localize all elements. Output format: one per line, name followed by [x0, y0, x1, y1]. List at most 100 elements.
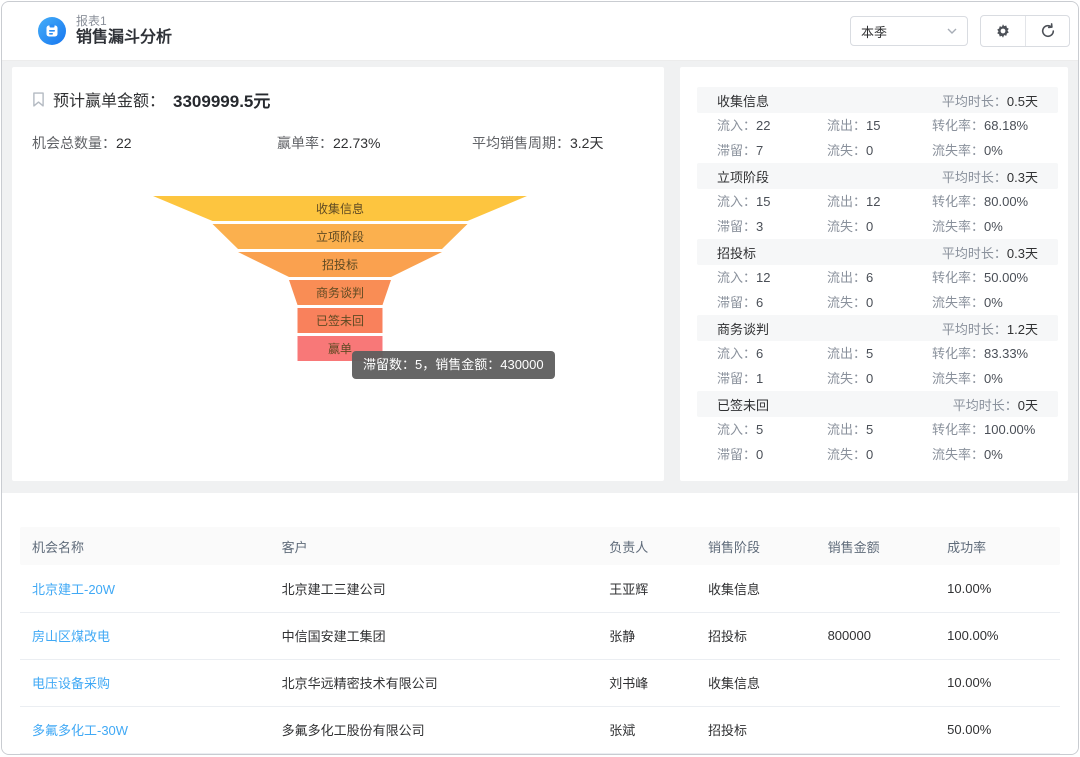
- table-row: 房山区煤改电中信国安建工集团张静招投标800000100.00%: [20, 612, 1060, 659]
- cell-owner: 刘书峰: [597, 659, 696, 706]
- table-row: 北京建工-20W北京建工三建公司王亚辉收集信息10.00%: [20, 565, 1060, 612]
- funnel-stage-label: 立项阶段: [316, 229, 364, 244]
- stat-win-rate: 赢单率：22.73%: [277, 133, 472, 153]
- chevron-down-icon: [947, 28, 957, 34]
- stage-section-5: 已签未回平均时长：0天流入：5流出：5转化率：100.00%滞留：0流失：0流失…: [697, 391, 1058, 467]
- col-amount: 销售金额: [816, 527, 936, 565]
- metric: 滞留：7: [717, 138, 827, 163]
- stat-value: 22.73%: [333, 135, 380, 151]
- opportunity-link[interactable]: 电压设备采购: [20, 659, 270, 706]
- stage-metrics: 流入：15流出：12转化率：80.00% 滞留：3流失：0流失率：0%: [697, 189, 1058, 239]
- metric: 流出：5: [827, 341, 932, 366]
- metric: 转化率：68.18%: [932, 113, 1038, 138]
- metric: 流失率：0%: [932, 138, 1038, 163]
- table-row: 多氟多化工-30W多氟多化工股份有限公司张斌招投标 50.00%: [20, 706, 1060, 753]
- period-select[interactable]: 本季: [850, 16, 968, 46]
- cell-amount: [816, 659, 936, 706]
- cell-customer: 多氟多化工股份有限公司: [270, 706, 598, 753]
- cell-stage: 收集信息: [696, 659, 816, 706]
- metric: 流失：0: [827, 442, 932, 467]
- settings-button[interactable]: [981, 16, 1025, 46]
- table-header-row: 机会名称 客户 负责人 销售阶段 销售金额 成功率: [20, 527, 1060, 565]
- stage-name: 收集信息: [717, 91, 769, 110]
- cell-owner: 张斌: [597, 706, 696, 753]
- stage-section-header: 立项阶段 平均时长：0.3天: [697, 163, 1058, 189]
- stage-avg-duration: 平均时长：0.3天: [942, 167, 1038, 186]
- stage-section-2: 立项阶段 平均时长：0.3天流入：15流出：12转化率：80.00% 滞留：3流失：…: [697, 163, 1058, 239]
- expected-amount-value: 3309999.5元: [173, 87, 270, 112]
- metric: 流出：12: [827, 189, 932, 214]
- stage-avg-duration: 平均时长：0.3天: [942, 243, 1038, 262]
- expected-amount-label: 预计赢单金额：: [53, 87, 165, 111]
- stage-name: 商务谈判: [717, 319, 769, 338]
- funnel-stage-label: 收集信息: [316, 201, 364, 216]
- report-logo-icon: [38, 17, 66, 45]
- funnel-stage-label: 商务谈判: [316, 285, 364, 300]
- opportunity-link[interactable]: 房山区煤改电: [20, 612, 270, 659]
- funnel-tooltip: 滞留数：5，销售金额：430000: [352, 351, 555, 379]
- stage-section-header: 招投标 平均时长：0.3天: [697, 239, 1058, 265]
- metric: 流失：0: [827, 366, 932, 391]
- gear-icon: [995, 23, 1011, 39]
- opportunity-link[interactable]: 多氟多化工-30W: [20, 706, 270, 753]
- stage-section-header: 已签未回平均时长：0天: [697, 391, 1058, 417]
- stage-name: 招投标: [717, 243, 756, 262]
- report-label: 报表1: [76, 15, 172, 29]
- funnel-panel: 预计赢单金额： 3309999.5元 机会总数量：22 赢单率：22.73% 平…: [12, 67, 664, 481]
- metric: 流出：5: [827, 417, 932, 442]
- cell-amount: 800000: [816, 612, 936, 659]
- stage-metrics: 流入：22流出：15转化率：68.18%滞留：7流失：0流失率：0%: [697, 113, 1058, 163]
- col-customer: 客户: [270, 527, 598, 565]
- toolbar-button-group: [980, 15, 1070, 47]
- metric: 流失率：0%: [932, 214, 1038, 239]
- refresh-button[interactable]: [1025, 16, 1069, 46]
- metric: 流失：0: [827, 214, 932, 239]
- metric: 流出：15: [827, 113, 932, 138]
- col-stage: 销售阶段: [696, 527, 816, 565]
- metric: 流失率：0%: [932, 366, 1038, 391]
- stage-section-header: 收集信息 平均时长：0.5天: [697, 87, 1058, 113]
- header-bar: 报表1 销售漏斗分析 本季: [2, 2, 1078, 61]
- stat-label: 机会总数量：: [32, 135, 116, 151]
- opportunity-link[interactable]: 北京建工-20W: [20, 565, 270, 612]
- col-opportunity-name: 机会名称: [20, 527, 270, 565]
- metric: 滞留：3: [717, 214, 827, 239]
- stage-name: 立项阶段: [717, 167, 769, 186]
- metric: 流失率：0%: [932, 442, 1038, 467]
- cell-success: 10.00%: [935, 659, 1060, 706]
- metric: 流失：0: [827, 138, 932, 163]
- metric: 转化率：80.00%: [932, 189, 1038, 214]
- header-titles: 报表1 销售漏斗分析: [76, 15, 172, 47]
- metric: 转化率：100.00%: [932, 417, 1038, 442]
- cell-success: 50.00%: [935, 706, 1060, 753]
- opportunity-table-card: 机会名称 客户 负责人 销售阶段 销售金额 成功率 北京建工-20W北京建工三建…: [2, 493, 1078, 754]
- cell-amount: [816, 565, 936, 612]
- cell-success: 10.00%: [935, 565, 1060, 612]
- top-panels: 预计赢单金额： 3309999.5元 机会总数量：22 赢单率：22.73% 平…: [2, 61, 1078, 481]
- stage-section-4: 商务谈判 平均时长：1.2天流入：6流出：5转化率：83.33%滞留：1流失：0流…: [697, 315, 1058, 391]
- stage-stats-panel: 收集信息平均时长：0.5天流入：22流出：15转化率：68.18%滞留：7流失：…: [680, 67, 1068, 481]
- stat-value: 22: [116, 135, 132, 151]
- cell-stage: 收集信息: [696, 565, 816, 612]
- metric: 流入：15: [717, 189, 827, 214]
- col-owner: 负责人: [597, 527, 696, 565]
- stat-total-opportunities: 机会总数量：22: [32, 133, 277, 153]
- stat-value: 3.2天: [570, 135, 603, 151]
- funnel-stage-label: 赢单: [328, 341, 352, 356]
- stage-metrics: 流入：6流出：5转化率：83.33%滞留：1流失：0流失率：0%: [697, 341, 1058, 391]
- bookmark-icon: [32, 92, 45, 107]
- stage-avg-duration: 平均时长：0.5天: [942, 91, 1038, 110]
- refresh-icon: [1040, 23, 1056, 39]
- metric: 流失率：0%: [932, 290, 1038, 315]
- cell-owner: 王亚辉: [597, 565, 696, 612]
- metric: 流失：0: [827, 290, 932, 315]
- metric: 流入：6: [717, 341, 827, 366]
- header-actions: 本季: [850, 15, 1070, 47]
- cell-stage: 招投标: [696, 612, 816, 659]
- period-select-value: 本季: [861, 22, 887, 41]
- stat-label: 平均销售周期：: [472, 135, 570, 151]
- funnel-svg: 收集信息立项阶段招投标商务谈判已签未回赢单: [32, 196, 644, 368]
- stage-avg-duration: 平均时长：1.2天: [942, 319, 1038, 338]
- cell-stage: 招投标: [696, 706, 816, 753]
- stage-metrics: 流入：5流出：5转化率：100.00%滞留：0流失：0流失率：0%: [697, 417, 1058, 467]
